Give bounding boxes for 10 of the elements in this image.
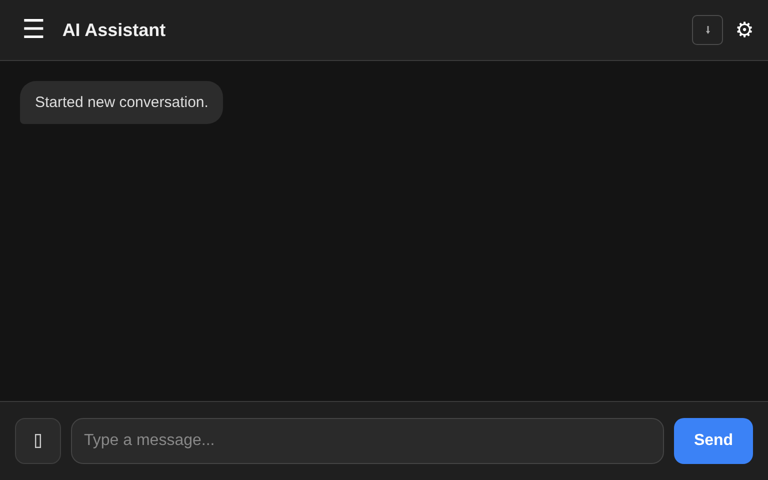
app-title: AI Assistant [62, 20, 166, 40]
message-input[interactable]: Type a message... [71, 418, 664, 464]
message-bubble: Started new conversation. [20, 81, 224, 124]
download-icon [706, 26, 710, 34]
settings-button[interactable]: ⚙ [735, 18, 754, 42]
send-button[interactable]: Send [674, 418, 753, 464]
box-icon [35, 434, 41, 448]
attach-button[interactable] [15, 418, 61, 464]
download-button[interactable] [692, 15, 724, 45]
menu-button[interactable]: ☰ [18, 17, 50, 43]
